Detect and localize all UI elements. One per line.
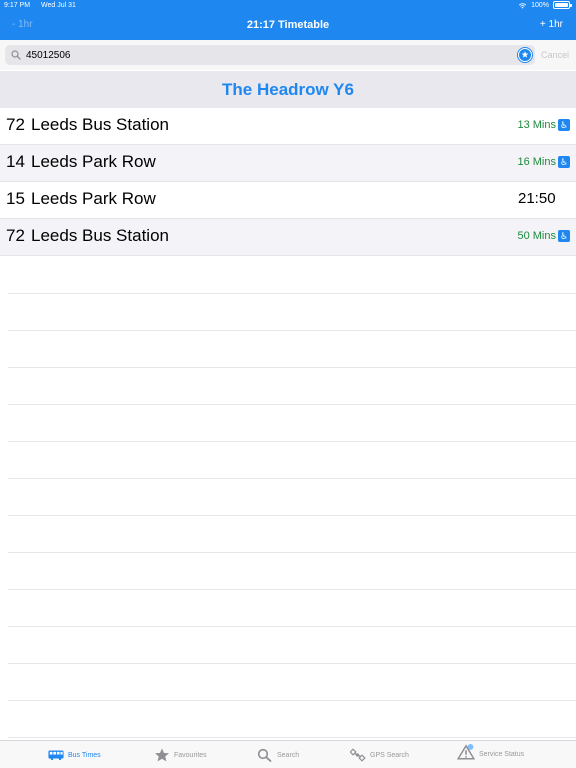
plus-hour-button[interactable]: + 1hr [540,19,563,30]
satellite-icon [350,748,366,762]
departure-row[interactable]: 14 Leeds Park Row 16 Mins ♿ [0,145,576,182]
wifi-icon [518,2,527,9]
route-number: 15 [6,189,25,208]
search-icon [11,50,21,60]
empty-row-separator [8,663,576,664]
tab-search[interactable]: Search [257,748,299,762]
tab-label: Bus Times [68,751,101,759]
tab-label: Search [277,751,300,759]
tab-label: GPS Search [370,751,409,759]
scheduled-time: 21:50 [518,190,556,207]
empty-row-separator [8,330,576,331]
wheelchair-icon: ♿ [558,156,570,168]
search-bar [0,40,576,70]
tab-service-status[interactable]: Service Status [457,744,525,760]
app: 9:17 PM Wed Jul 31 100% - 1hr 21:17 Time… [0,0,576,768]
empty-row-separator [8,404,576,405]
search-icon [257,748,272,762]
empty-row-separator [8,293,576,294]
navigation-bar: 9:17 PM Wed Jul 31 100% - 1hr 21:17 Time… [0,0,576,40]
empty-row-separator [8,626,576,627]
empty-row-separator [8,737,576,738]
route-number: 72 [6,115,25,134]
empty-row-separator [8,700,576,701]
tab-label: Service Status [479,750,525,758]
destination: Leeds Park Row [31,152,156,171]
stop-header: The Headrow Y6 [0,71,576,108]
empty-row-separator [8,589,576,590]
tab-label: Favourites [174,751,207,759]
departure-row[interactable]: 72 Leeds Bus Station 13 Mins ♿ [0,108,576,145]
warning-icon [457,744,475,760]
stop-name: The Headrow Y6 [222,80,354,99]
search-input[interactable] [26,48,496,62]
destination: Leeds Park Row [31,189,156,208]
due-time: 50 Mins [517,230,556,242]
empty-row-separator [8,515,576,516]
cancel-button[interactable]: Cancel [541,50,569,60]
status-time: 9:17 PM [4,2,31,9]
battery-percent: 100% [531,1,549,9]
wheelchair-icon: ♿ [558,119,570,131]
tab-bus-times[interactable]: Bus Times [48,748,101,762]
destination: Leeds Bus Station [31,115,169,134]
tab-bar: Bus Times Favourites Search GPS Search S… [0,740,576,768]
star-icon [155,748,169,762]
departure-row[interactable]: 72 Leeds Bus Station 50 Mins ♿ [0,219,576,256]
empty-row-separator [8,478,576,479]
search-field[interactable] [5,45,535,65]
bus-icon [48,750,64,761]
route-number: 14 [6,152,25,171]
empty-row-separator [8,552,576,553]
route-number: 72 [6,226,25,245]
wheelchair-icon: ♿ [558,230,570,242]
empty-row-separator [8,441,576,442]
tab-gps-search[interactable]: GPS Search [350,748,409,762]
empty-row-separator [8,367,576,368]
tab-favourites[interactable]: Favourites [154,748,207,762]
departure-row[interactable]: 15 Leeds Park Row 21:50 [0,182,576,219]
due-time: 16 Mins [517,156,556,168]
page-title: 21:17 Timetable [246,19,330,31]
status-bar: 9:17 PM Wed Jul 31 100% [0,0,576,12]
status-date: Wed Jul 31 [41,2,76,9]
destination: Leeds Bus Station [31,226,169,245]
favourite-star-icon[interactable] [518,48,532,62]
battery-icon [553,1,572,9]
due-time: 13 Mins [517,119,556,131]
